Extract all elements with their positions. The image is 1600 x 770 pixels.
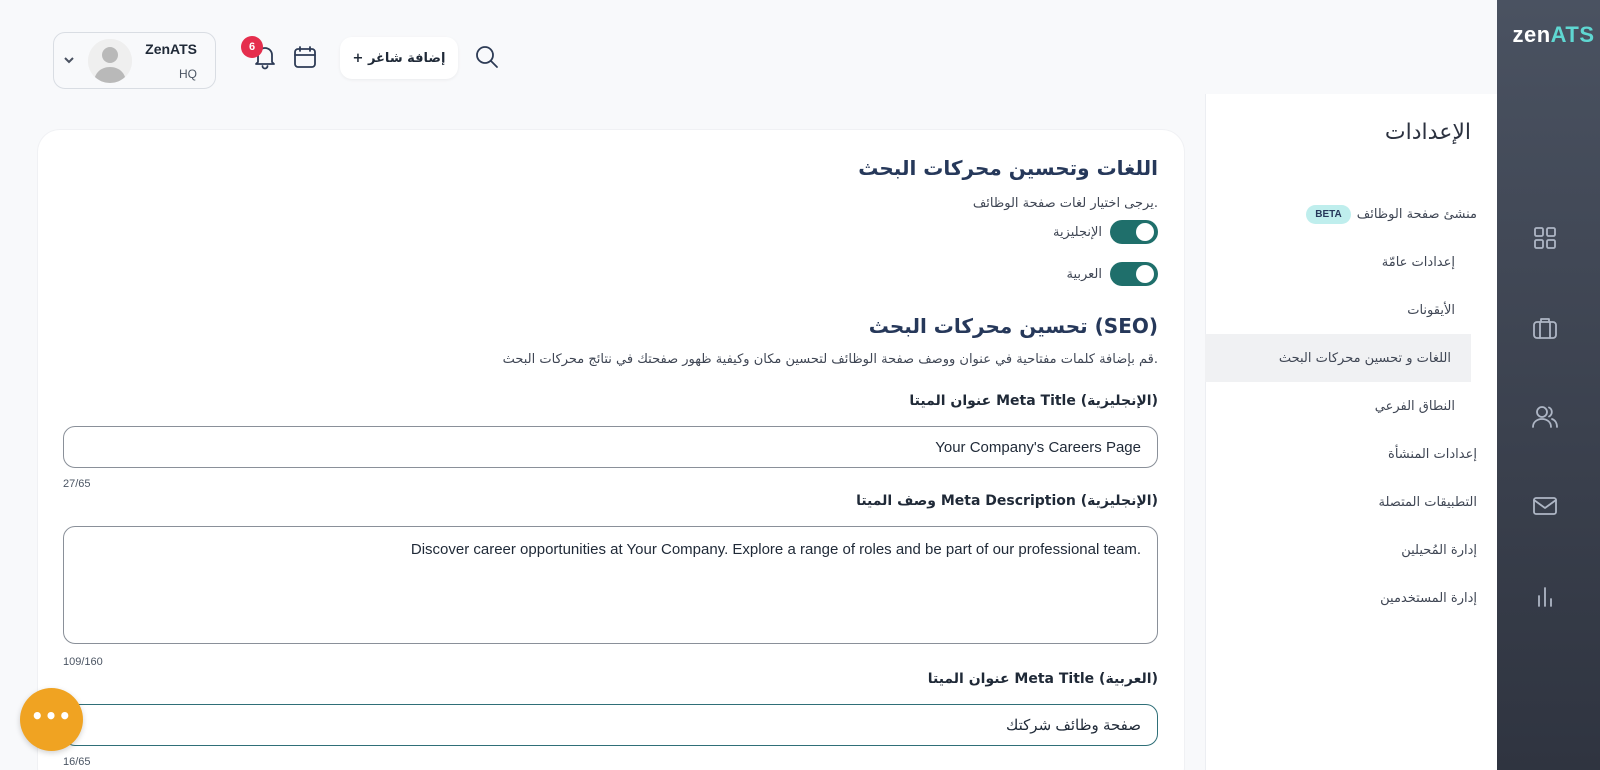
menu-item-label: اللغات و تحسين محركات البحث — [1278, 350, 1451, 366]
avatar — [88, 39, 132, 83]
zenats-logo[interactable]: zenATS — [1507, 22, 1600, 48]
meta-title-en-label: عنوان الميتا Meta Title (الإنجليزية) — [909, 393, 1158, 409]
input-value: Your Company's Careers Page — [935, 438, 1141, 456]
languages-seo-heading: اللغات وتحسين محركات البحث — [858, 156, 1158, 180]
chevron-down-icon — [62, 52, 76, 66]
textarea-value: Discover career opportunities at Your Co… — [410, 541, 1141, 558]
seo-description: قم بإضافة كلمات مفتاحية في عنوان ووصف صف… — [502, 352, 1158, 367]
menu-item-connected-apps[interactable]: التطبيقات المتصلة — [1229, 478, 1497, 526]
bar-chart-icon[interactable] — [1531, 582, 1559, 610]
menu-item-label: منشئ صفحة الوظائف — [1356, 206, 1477, 222]
menu-item-referrers[interactable]: إدارة المُحيلين — [1229, 526, 1497, 574]
search-icon[interactable] — [474, 44, 502, 72]
toggle-label: الإنجليزية — [1052, 224, 1102, 240]
meta-title-en-input[interactable]: Your Company's Careers Page — [63, 426, 1158, 468]
menu-item-users[interactable]: إدارة المستخدمين — [1229, 574, 1497, 622]
menu-item-label: إعدادات المنشأة — [1388, 446, 1477, 462]
meta-title-ar-counter: 16/65 — [63, 756, 91, 768]
users-icon[interactable] — [1531, 403, 1559, 431]
meta-title-ar-input[interactable]: صفحة وظائف شركتك — [63, 704, 1158, 746]
english-language-toggle[interactable] — [1110, 220, 1158, 244]
meta-description-en-textarea[interactable]: Discover career opportunities at Your Co… — [63, 526, 1158, 644]
seo-heading: تحسين محركات البحث (SEO) — [868, 314, 1158, 338]
more-dots-icon: ••• — [30, 703, 73, 728]
menu-item-icons[interactable]: الأيقونات — [1229, 286, 1497, 334]
input-value: صفحة وظائف شركتك — [1006, 717, 1141, 734]
menu-item-general-settings[interactable]: إعدادات عامّة — [1229, 238, 1497, 286]
menu-item-label: التطبيقات المتصلة — [1378, 494, 1477, 510]
menu-item-label: النطاق الفرعي — [1374, 398, 1455, 414]
beta-badge: BETA — [1306, 204, 1351, 224]
add-job-button[interactable]: + إضافة شاغر — [340, 37, 458, 79]
meta-title-ar-label: عنوان الميتا Meta Title (العربية) — [927, 671, 1158, 687]
languages-description: يرجى اختيار لغات صفحة الوظائف. — [972, 196, 1158, 211]
arabic-language-toggle[interactable] — [1110, 262, 1158, 286]
mail-icon[interactable] — [1531, 492, 1559, 520]
meta-title-en-counter: 27/65 — [63, 478, 91, 490]
meta-description-en-label: وصف الميتا Meta Description (الإنجليزية) — [856, 493, 1158, 509]
settings-sidebar: الإعدادات BETA منشئ صفحة الوظائف إعدادات… — [1205, 94, 1497, 770]
settings-title: الإعدادات — [1384, 120, 1471, 145]
calendar-icon[interactable] — [292, 44, 320, 72]
toggle-row-english: الإنجليزية — [1053, 220, 1158, 244]
toggle-row-arabic: العربية — [1066, 262, 1158, 286]
notification-count-badge: 6 — [241, 36, 263, 58]
grid-icon[interactable] — [1531, 224, 1559, 252]
app-rail: zenATS — [1497, 0, 1600, 770]
menu-item-subdomain[interactable]: النطاق الفرعي — [1229, 382, 1497, 430]
meta-description-en-counter: 109/160 — [63, 656, 103, 668]
menu-item-label: إعدادات عامّة — [1381, 254, 1455, 270]
menu-item-languages-seo[interactable]: اللغات و تحسين محركات البحث — [1205, 334, 1471, 382]
user-name: ZenATS — [145, 41, 197, 57]
toggle-label: العربية — [1066, 266, 1102, 282]
settings-content-card: اللغات وتحسين محركات البحث يرجى اختيار ل… — [38, 130, 1184, 770]
user-menu[interactable]: ZenATS HQ — [53, 32, 216, 89]
menu-item-organization-settings[interactable]: إعدادات المنشأة — [1229, 430, 1497, 478]
menu-item-label: إدارة المستخدمين — [1380, 590, 1477, 606]
menu-item-label: إدارة المُحيلين — [1401, 542, 1477, 558]
briefcase-icon[interactable] — [1531, 314, 1559, 342]
more-actions-button[interactable]: ••• — [20, 688, 83, 751]
user-branch: HQ — [179, 67, 197, 81]
menu-item-job-page-builder[interactable]: BETA منشئ صفحة الوظائف — [1229, 190, 1497, 238]
menu-item-label: الأيقونات — [1407, 302, 1455, 318]
